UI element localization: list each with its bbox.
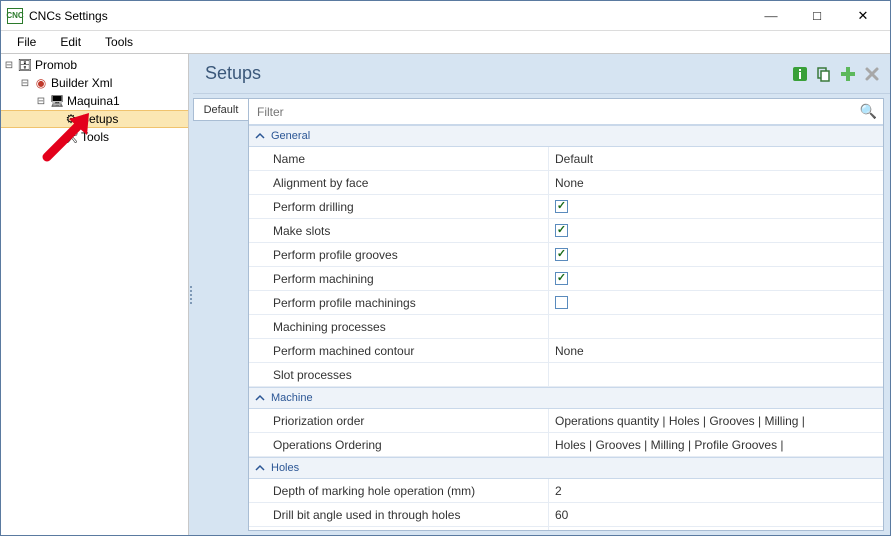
plus-icon: [840, 66, 856, 82]
checkbox-machining[interactable]: [555, 272, 568, 285]
page-title: Setups: [205, 63, 786, 84]
prop-label: Perform profile grooves: [249, 243, 549, 266]
menu-edit[interactable]: Edit: [48, 32, 93, 52]
property-grid: 🔍 General NameDefault Alignment by faceN…: [248, 98, 884, 531]
section-holes[interactable]: Holes: [249, 457, 883, 479]
search-icon[interactable]: 🔍: [860, 103, 877, 120]
x-icon: [864, 66, 880, 82]
prop-label: Perform drilling: [249, 195, 549, 218]
filter-input[interactable]: [255, 101, 860, 123]
prop-value-oper[interactable]: Holes | Grooves | Milling | Profile Groo…: [549, 433, 883, 456]
tree-collapse-icon[interactable]: ⊟: [35, 96, 47, 107]
tree-label: Setups: [81, 112, 118, 126]
menu-tools[interactable]: Tools: [93, 32, 145, 52]
prop-label: Machining processes: [249, 315, 549, 338]
prop-label: Drill bit angle used in through holes: [249, 503, 549, 526]
prop-value-align[interactable]: None: [549, 171, 883, 194]
tree-label: Maquina1: [67, 94, 120, 108]
sidebar-tree: ⊟ 🗄 Promob ⊟ ◉ Builder Xml ⊟ 🖥 Maquina1 …: [1, 54, 189, 535]
prop-label: Depth of marking hole operation (mm): [249, 479, 549, 502]
builder-icon: ◉: [33, 76, 49, 90]
prop-value-prio[interactable]: Operations quantity | Holes | Grooves | …: [549, 409, 883, 432]
tree-label: Builder Xml: [51, 76, 112, 90]
prop-value-machproc[interactable]: [549, 315, 883, 338]
minimize-button[interactable]: —: [748, 1, 794, 31]
database-icon: 🗄: [17, 58, 33, 72]
tree-collapse-icon[interactable]: ⊟: [3, 60, 15, 71]
titlebar: CNC CNCs Settings — □ ✕: [1, 1, 890, 31]
tree-node-tools[interactable]: 🛠 Tools: [1, 128, 188, 146]
section-label: Holes: [271, 462, 299, 474]
prop-label: Perform profile machinings: [249, 291, 549, 314]
tree-label: Tools: [81, 130, 109, 144]
prop-label: Name: [249, 147, 549, 170]
tools-icon: 🛠: [63, 130, 79, 144]
section-machine[interactable]: Machine: [249, 387, 883, 409]
tree-label: Promob: [35, 58, 77, 72]
checkbox-grooves[interactable]: [555, 248, 568, 261]
tree-collapse-icon[interactable]: ⊟: [19, 78, 31, 89]
chevron-up-icon: [255, 131, 265, 141]
prop-value-angle[interactable]: 60: [549, 503, 883, 526]
prop-value-contour[interactable]: None: [549, 339, 883, 362]
delete-button[interactable]: [862, 64, 882, 84]
section-label: Machine: [271, 392, 313, 404]
close-button[interactable]: ✕: [840, 1, 886, 31]
tree-node-builderxml[interactable]: ⊟ ◉ Builder Xml: [1, 74, 188, 92]
prop-value-gap[interactable]: 1: [549, 527, 883, 530]
prop-label: Perform machined contour: [249, 339, 549, 362]
maximize-button[interactable]: □: [794, 1, 840, 31]
checkbox-drilling[interactable]: [555, 200, 568, 213]
tree-node-maquina1[interactable]: ⊟ 🖥 Maquina1: [1, 92, 188, 110]
info-button[interactable]: [790, 64, 810, 84]
menubar: File Edit Tools: [1, 31, 890, 53]
copy-icon: [816, 66, 832, 82]
tab-default[interactable]: Default: [193, 98, 248, 121]
checkbox-profile-machinings[interactable]: [555, 296, 568, 309]
prop-value-slotproc[interactable]: [549, 363, 883, 386]
prop-label: Alignment by face: [249, 171, 549, 194]
prop-label: Priorization order: [249, 409, 549, 432]
chevron-up-icon: [255, 393, 265, 403]
app-icon: CNC: [7, 8, 23, 24]
window-title: CNCs Settings: [29, 9, 108, 23]
prop-label: Operations Ordering: [249, 433, 549, 456]
tree-node-promob[interactable]: ⊟ 🗄 Promob: [1, 56, 188, 74]
add-button[interactable]: [838, 64, 858, 84]
prop-label: Slot processes: [249, 363, 549, 386]
copy-button[interactable]: [814, 64, 834, 84]
menu-file[interactable]: File: [5, 32, 48, 52]
checkbox-slots[interactable]: [555, 224, 568, 237]
prop-value-depth[interactable]: 2: [549, 479, 883, 502]
tree-node-setups[interactable]: ⚙ Setups: [1, 110, 188, 128]
machine-icon: 🖥: [49, 94, 65, 108]
info-icon: [792, 66, 808, 82]
prop-value-name[interactable]: Default: [549, 147, 883, 170]
prop-label: Perform machining: [249, 267, 549, 290]
section-label: General: [271, 130, 310, 142]
prop-label: Make slots: [249, 219, 549, 242]
chevron-up-icon: [255, 463, 265, 473]
gear-icon: ⚙: [63, 112, 79, 126]
section-general[interactable]: General: [249, 125, 883, 147]
prop-label: Drill GAP in through hole operation (mm): [249, 527, 549, 530]
